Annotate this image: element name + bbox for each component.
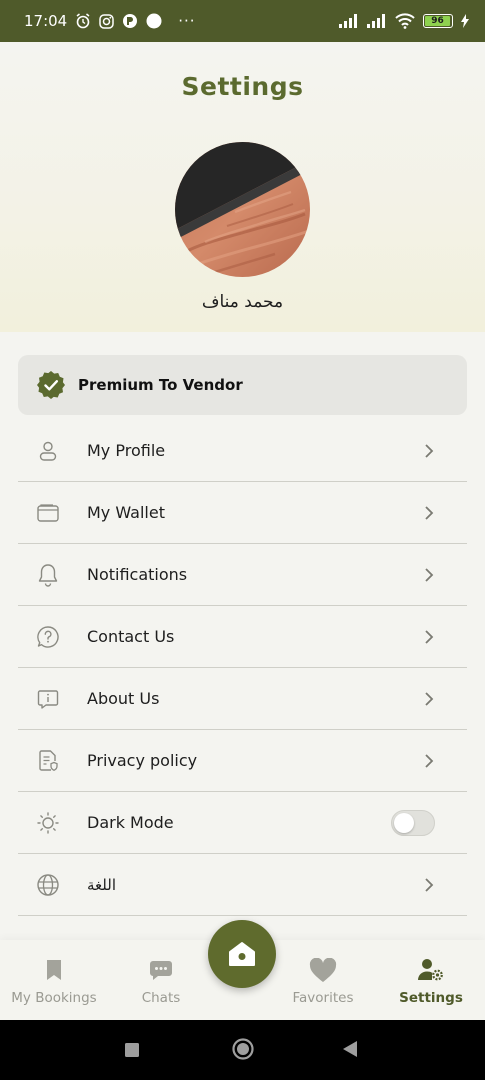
profile-header: Settings محمد مناف bbox=[0, 42, 485, 332]
wallet-icon bbox=[36, 501, 60, 525]
alarm-icon bbox=[75, 13, 91, 29]
nav-label: Chats bbox=[141, 990, 181, 1006]
menu-item-notifications[interactable]: Notifications bbox=[18, 544, 467, 606]
question-icon bbox=[36, 625, 60, 649]
chevron-right-icon bbox=[423, 505, 435, 521]
chevron-right-icon bbox=[423, 629, 435, 645]
user-gear-icon bbox=[417, 956, 445, 984]
chevron-right-icon bbox=[423, 443, 435, 459]
menu-item-label: My Wallet bbox=[87, 503, 165, 522]
document-shield-icon bbox=[36, 749, 60, 773]
menu-item-label: اللغة bbox=[87, 875, 116, 894]
app-badge-icon bbox=[122, 13, 138, 29]
nav-label: Favorites bbox=[292, 990, 354, 1006]
bell-icon bbox=[36, 563, 60, 587]
menu-item-my-wallet[interactable]: My Wallet bbox=[18, 482, 467, 544]
chevron-right-icon bbox=[423, 691, 435, 707]
charging-icon bbox=[461, 14, 469, 28]
wifi-icon bbox=[395, 13, 415, 29]
toggle-knob bbox=[394, 812, 414, 833]
status-bar: 17:04 ··· 96 bbox=[0, 0, 485, 42]
nav-label: My Bookings bbox=[11, 990, 97, 1006]
instagram-icon bbox=[99, 13, 114, 29]
home-icon bbox=[228, 941, 256, 967]
menu-item-dark-mode: Dark Mode bbox=[18, 792, 467, 854]
page-title: Settings bbox=[181, 72, 304, 101]
premium-label: Premium To Vendor bbox=[78, 376, 243, 394]
info-icon bbox=[36, 687, 60, 711]
home-button[interactable] bbox=[208, 920, 276, 988]
heart-icon bbox=[309, 956, 337, 984]
more-notifications-indicator: ··· bbox=[178, 12, 196, 30]
premium-to-vendor-button[interactable]: Premium To Vendor bbox=[18, 355, 467, 415]
settings-menu: My Profile My Wallet Notifications Conta… bbox=[18, 420, 467, 916]
user-name: محمد مناف bbox=[201, 292, 284, 312]
back-icon[interactable] bbox=[342, 1040, 358, 1062]
nav-item-favorites[interactable]: Favorites bbox=[283, 940, 363, 1020]
menu-item-privacy-policy[interactable]: Privacy policy bbox=[18, 730, 467, 792]
user-icon bbox=[36, 439, 60, 463]
nav-item-settings[interactable]: Settings bbox=[392, 940, 470, 1020]
recents-icon[interactable] bbox=[124, 1042, 140, 1062]
battery-icon: 96 bbox=[423, 14, 453, 28]
dark-mode-toggle[interactable] bbox=[391, 809, 435, 836]
avatar[interactable] bbox=[175, 142, 310, 277]
nav-item-chats[interactable]: Chats bbox=[120, 940, 202, 1020]
circle-dot-icon bbox=[146, 13, 162, 29]
battery-level: 96 bbox=[425, 16, 450, 26]
menu-item-contact-us[interactable]: Contact Us bbox=[18, 606, 467, 668]
menu-item-language[interactable]: اللغة bbox=[18, 854, 467, 916]
status-time: 17:04 bbox=[24, 12, 68, 30]
signal-icon bbox=[339, 14, 359, 28]
system-home-icon[interactable] bbox=[231, 1037, 255, 1065]
chat-icon bbox=[147, 956, 175, 984]
signal-icon bbox=[367, 14, 387, 28]
sun-icon bbox=[36, 811, 60, 835]
menu-item-label: Dark Mode bbox=[87, 813, 174, 832]
globe-icon bbox=[36, 873, 60, 897]
chevron-right-icon bbox=[423, 567, 435, 583]
menu-item-label: About Us bbox=[87, 689, 160, 708]
menu-item-label: Contact Us bbox=[87, 627, 175, 646]
nav-item-my-bookings[interactable]: My Bookings bbox=[8, 940, 100, 1020]
menu-item-label: Notifications bbox=[87, 565, 188, 584]
bookmark-icon bbox=[40, 956, 68, 984]
menu-item-label: My Profile bbox=[87, 441, 166, 460]
menu-item-my-profile[interactable]: My Profile bbox=[18, 420, 467, 482]
system-navigation-bar bbox=[0, 1020, 485, 1080]
menu-item-label: Privacy policy bbox=[87, 751, 198, 770]
verified-badge-icon bbox=[36, 370, 66, 400]
menu-item-about-us[interactable]: About Us bbox=[18, 668, 467, 730]
nav-label: Settings bbox=[399, 990, 463, 1006]
chevron-right-icon bbox=[423, 877, 435, 893]
chevron-right-icon bbox=[423, 753, 435, 769]
